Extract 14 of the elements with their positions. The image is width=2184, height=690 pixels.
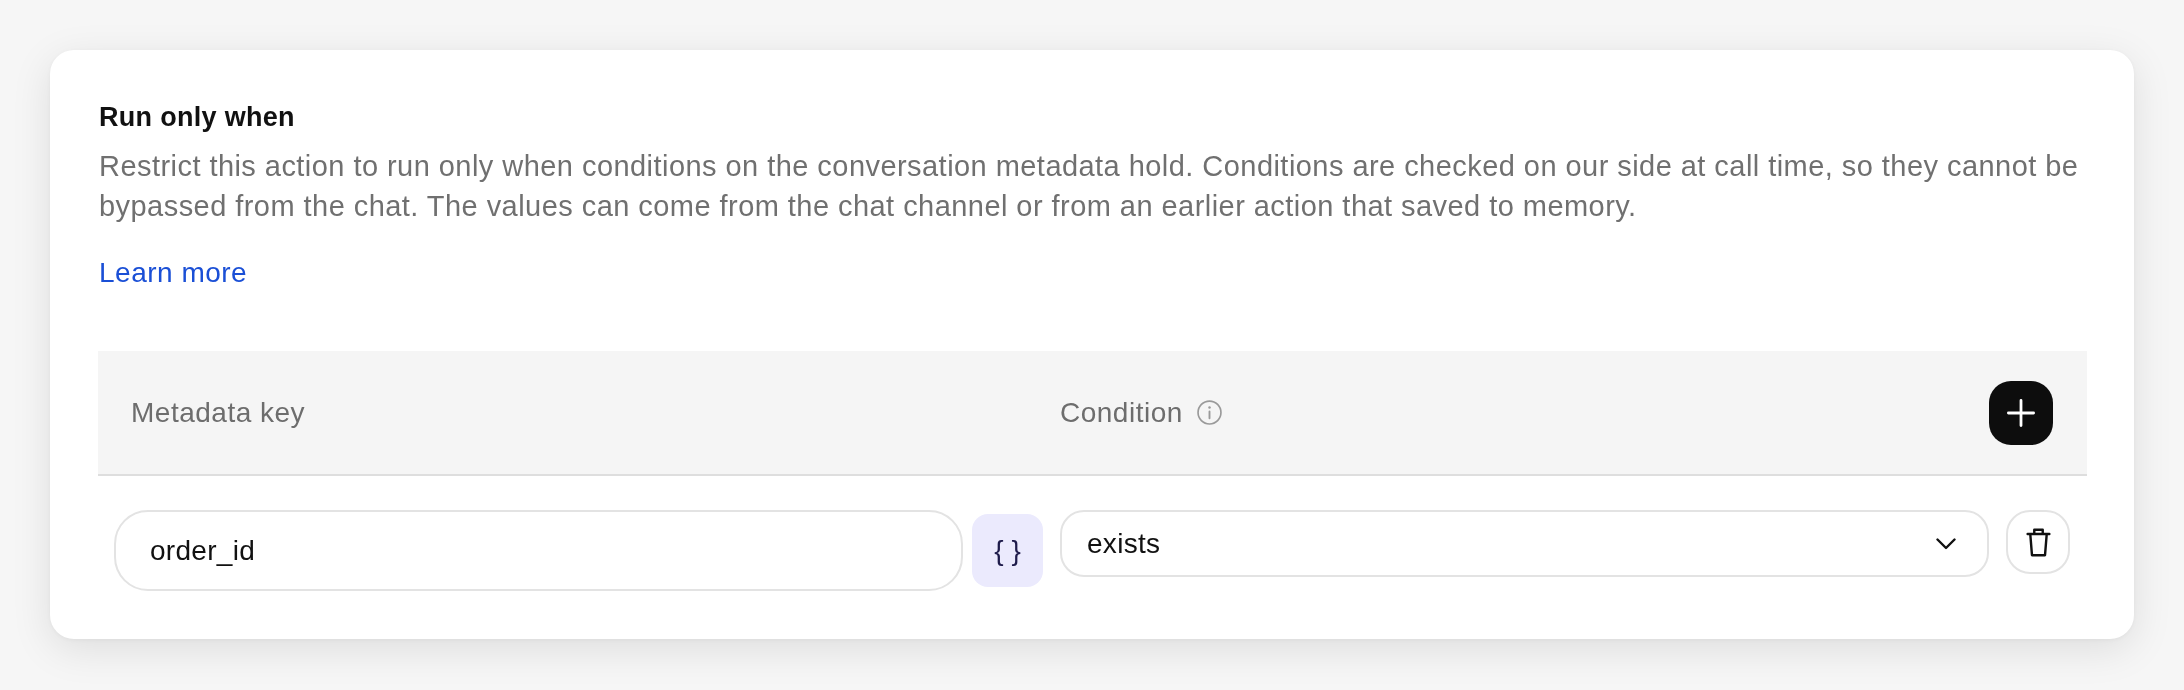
plus-icon: [2007, 398, 2035, 427]
delete-button[interactable]: [2006, 510, 2070, 574]
learn-more-link[interactable]: Learn more: [99, 255, 248, 291]
condition-select[interactable]: exists: [1060, 510, 1989, 577]
key-input[interactable]: order_id: [114, 510, 963, 591]
add-button[interactable]: [1989, 380, 2053, 445]
column-header: Metadata key: [131, 395, 306, 430]
chevron-down-icon: [1936, 537, 1956, 550]
variable-button[interactable]: { }: [972, 514, 1043, 587]
info-icon[interactable]: [1196, 400, 1222, 425]
column-header: Condition: [1060, 395, 1183, 430]
section-description: Restrict this action to run only when conditions on the conversation metadata hold. Conditions are checked on our side at call time, so they cannot be bypassed from the chat. The values can come from the chat channel or from an earlier action that saved to memory.: [99, 149, 2080, 224]
trash-icon: [2025, 527, 2051, 557]
section-title: Run only when: [99, 101, 295, 134]
